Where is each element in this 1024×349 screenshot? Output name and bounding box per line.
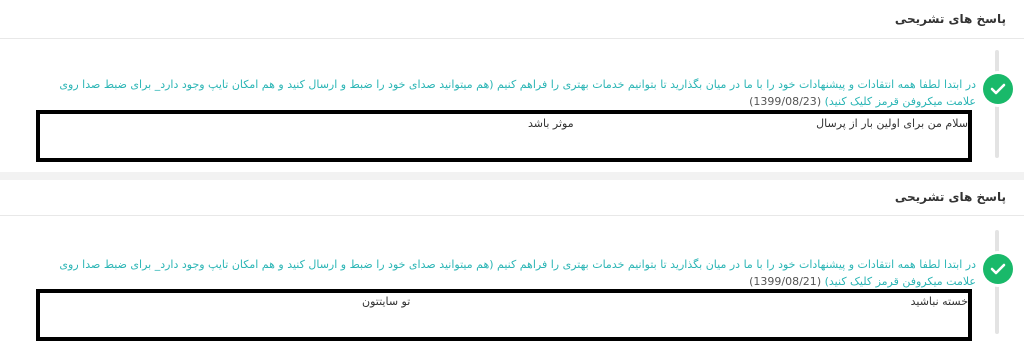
answer-date: (1399/08/23) — [749, 95, 822, 108]
divider — [0, 215, 1024, 216]
question-text: در ابتدا لطفا همه انتقادات و پیشنهادات خ… — [36, 256, 976, 290]
answer-text: خسته نباشید — [910, 295, 968, 308]
answer-box: سلام من برای اولین بار از پرسال موثر باش… — [36, 110, 972, 162]
answer-box: خسته نباشید تو سایتتون — [36, 289, 972, 341]
question-body: در ابتدا لطفا همه انتقادات و پیشنهادات خ… — [59, 78, 976, 108]
answer-text-continued: موثر باشد — [528, 117, 574, 130]
check-icon — [983, 254, 1013, 284]
divider — [0, 38, 1024, 39]
answer-card: پاسخ های تشریحی در ابتدا لطفا همه انتقاد… — [0, 0, 1024, 172]
check-icon — [983, 74, 1013, 104]
answer-text: سلام من برای اولین بار از پرسال — [816, 117, 968, 130]
question-text: در ابتدا لطفا همه انتقادات و پیشنهادات خ… — [36, 76, 976, 110]
answer-date: (1399/08/21) — [749, 275, 822, 288]
answer-card: پاسخ های تشریحی در ابتدا لطفا همه انتقاد… — [0, 180, 1024, 349]
answer-text-continued: تو سایتتون — [362, 295, 411, 308]
section-title: پاسخ های تشریحی — [894, 190, 1006, 204]
timeline-line — [995, 50, 999, 158]
section-title: پاسخ های تشریحی — [894, 12, 1006, 26]
question-body: در ابتدا لطفا همه انتقادات و پیشنهادات خ… — [59, 258, 976, 288]
